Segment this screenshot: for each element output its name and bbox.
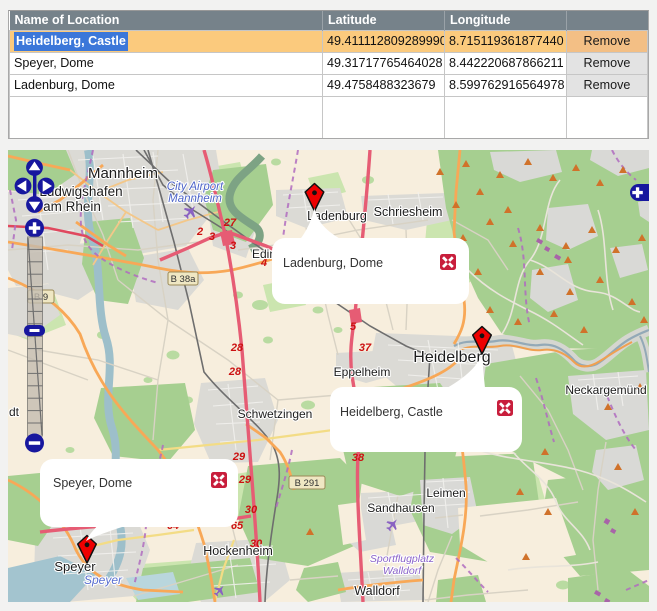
svg-text:am Rhein: am Rhein	[43, 199, 101, 214]
svg-text:Neckargemünd: Neckargemünd	[565, 383, 646, 397]
svg-text:29: 29	[238, 474, 252, 486]
svg-text:City Airport: City Airport	[167, 181, 224, 193]
svg-text:Eppelheim: Eppelheim	[334, 365, 391, 379]
svg-text:Walldorf: Walldorf	[354, 584, 400, 598]
svg-text:Mannheim: Mannheim	[168, 193, 222, 205]
svg-text:30: 30	[245, 504, 258, 516]
svg-text:Schriesheim: Schriesheim	[374, 205, 443, 219]
svg-text:Schwetzingen: Schwetzingen	[238, 407, 313, 421]
svg-text:Leimen: Leimen	[426, 486, 465, 500]
svg-text:Speyer: Speyer	[84, 573, 123, 587]
svg-text:Ladenburg, Dome: Ladenburg, Dome	[283, 256, 383, 270]
svg-text:5: 5	[350, 321, 357, 333]
svg-text:B 291: B 291	[295, 478, 320, 489]
svg-text:Hockenheim: Hockenheim	[203, 544, 272, 558]
svg-text:Walldorf: Walldorf	[383, 565, 422, 577]
svg-text:27: 27	[223, 217, 237, 229]
svg-text:Mannheim: Mannheim	[88, 165, 158, 182]
svg-text:37: 37	[359, 342, 372, 354]
svg-text:dt: dt	[9, 405, 20, 419]
svg-text:Speyer: Speyer	[54, 559, 96, 574]
svg-text:B 38a: B 38a	[171, 274, 197, 285]
svg-text:Heidelberg, Castle: Heidelberg, Castle	[340, 405, 443, 419]
svg-text:28: 28	[230, 342, 244, 354]
svg-text:Sandhausen: Sandhausen	[367, 501, 434, 515]
svg-text:Speyer, Dome: Speyer, Dome	[53, 476, 132, 490]
svg-text:38: 38	[352, 452, 365, 464]
svg-text:Sportflugplatz: Sportflugplatz	[370, 553, 435, 565]
svg-text:3: 3	[209, 231, 215, 243]
svg-text:2: 2	[196, 226, 203, 238]
svg-text:3: 3	[230, 240, 236, 252]
svg-text:29: 29	[232, 451, 246, 463]
svg-text:28: 28	[228, 366, 242, 378]
